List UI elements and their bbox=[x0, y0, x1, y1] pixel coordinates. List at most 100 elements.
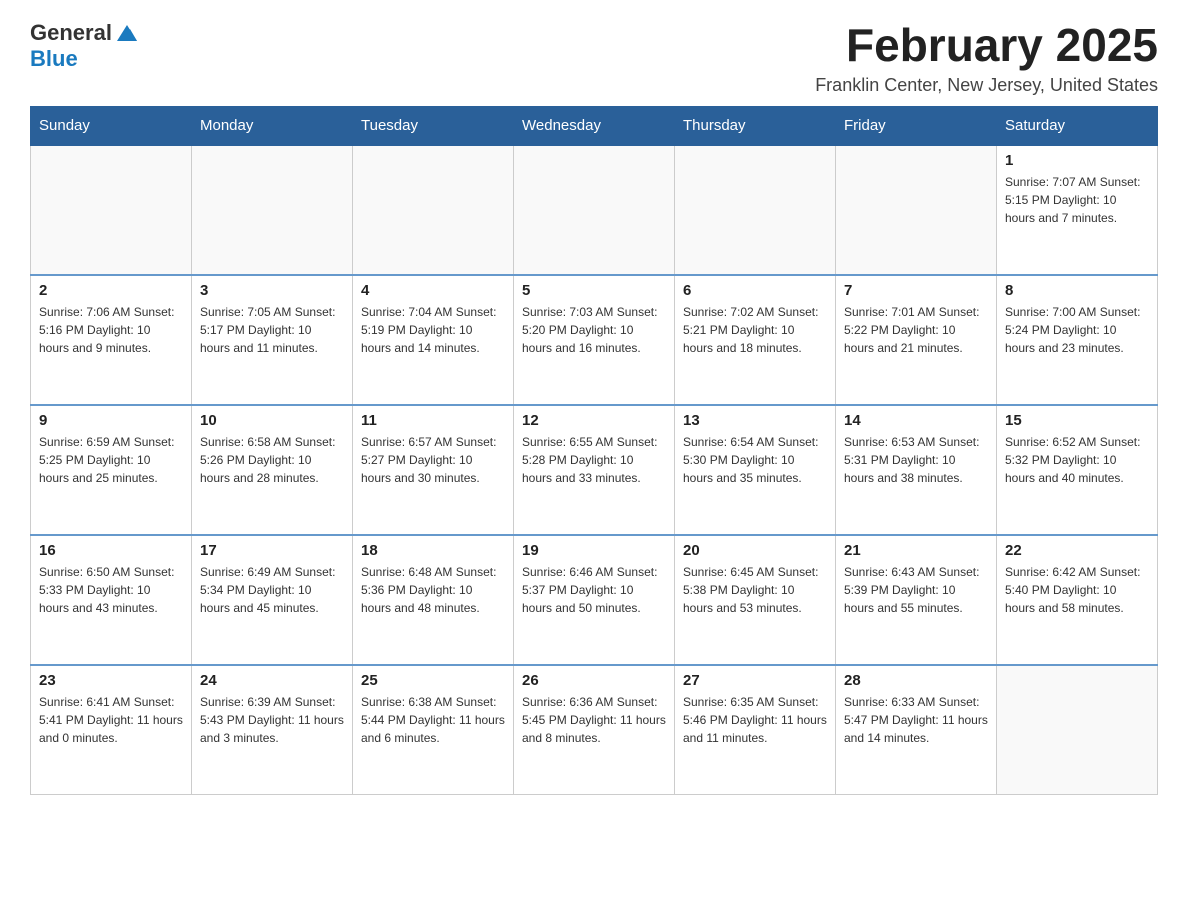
calendar-cell bbox=[997, 665, 1158, 795]
day-info: Sunrise: 6:58 AM Sunset: 5:26 PM Dayligh… bbox=[200, 433, 344, 487]
day-info: Sunrise: 6:42 AM Sunset: 5:40 PM Dayligh… bbox=[1005, 563, 1149, 617]
day-number: 3 bbox=[200, 282, 344, 299]
page-header: General Blue February 2025 Franklin Cent… bbox=[30, 20, 1158, 96]
logo-general-text: General bbox=[30, 20, 112, 46]
calendar-week-2: 9Sunrise: 6:59 AM Sunset: 5:25 PM Daylig… bbox=[31, 405, 1158, 535]
calendar-cell: 12 Sunrise: 6:55 AM Sunset: 5:28 PM Dayli… bbox=[514, 405, 675, 535]
logo-icon bbox=[114, 19, 140, 45]
calendar-cell: 9Sunrise: 6:59 AM Sunset: 5:25 PM Daylig… bbox=[31, 405, 192, 535]
weekday-header-friday: Friday bbox=[836, 106, 997, 145]
day-info: Sunrise: 6:50 AM Sunset: 5:33 PM Dayligh… bbox=[39, 563, 183, 617]
day-number: 20 bbox=[683, 542, 827, 559]
day-info: Sunrise: 6:41 AM Sunset: 5:41 PM Dayligh… bbox=[39, 693, 183, 747]
day-number: 22 bbox=[1005, 542, 1149, 559]
calendar-cell: 14 Sunrise: 6:53 AM Sunset: 5:31 PM Dayli… bbox=[836, 405, 997, 535]
day-info: Sunrise: 6:33 AM Sunset: 5:47 PM Dayligh… bbox=[844, 693, 988, 747]
day-number: 4 bbox=[361, 282, 505, 299]
calendar-cell: 23 Sunrise: 6:41 AM Sunset: 5:41 PM Dayli… bbox=[31, 665, 192, 795]
day-info: Sunrise: 6:55 AM Sunset: 5:28 PM Dayligh… bbox=[522, 433, 666, 487]
month-title: February 2025 bbox=[815, 20, 1158, 71]
day-info: Sunrise: 6:43 AM Sunset: 5:39 PM Dayligh… bbox=[844, 563, 988, 617]
day-number: 15 bbox=[1005, 412, 1149, 429]
calendar-cell bbox=[675, 145, 836, 275]
calendar-cell: 18Sunrise: 6:48 AM Sunset: 5:36 PM Dayli… bbox=[353, 535, 514, 665]
calendar-cell bbox=[836, 145, 997, 275]
calendar-week-4: 23 Sunrise: 6:41 AM Sunset: 5:41 PM Dayli… bbox=[31, 665, 1158, 795]
calendar-cell: 16 Sunrise: 6:50 AM Sunset: 5:33 PM Dayli… bbox=[31, 535, 192, 665]
day-number: 1 bbox=[1005, 152, 1149, 169]
weekday-header-monday: Monday bbox=[192, 106, 353, 145]
day-info: Sunrise: 7:04 AM Sunset: 5:19 PM Dayligh… bbox=[361, 303, 505, 357]
day-info: Sunrise: 6:57 AM Sunset: 5:27 PM Dayligh… bbox=[361, 433, 505, 487]
calendar-cell: 11 Sunrise: 6:57 AM Sunset: 5:27 PM Dayli… bbox=[353, 405, 514, 535]
calendar-week-3: 16 Sunrise: 6:50 AM Sunset: 5:33 PM Dayli… bbox=[31, 535, 1158, 665]
calendar-cell: 20 Sunrise: 6:45 AM Sunset: 5:38 PM Dayli… bbox=[675, 535, 836, 665]
day-number: 18 bbox=[361, 542, 505, 559]
calendar-cell: 19Sunrise: 6:46 AM Sunset: 5:37 PM Dayli… bbox=[514, 535, 675, 665]
calendar-week-0: 1Sunrise: 7:07 AM Sunset: 5:15 PM Daylig… bbox=[31, 145, 1158, 275]
calendar-cell: 1Sunrise: 7:07 AM Sunset: 5:15 PM Daylig… bbox=[997, 145, 1158, 275]
day-info: Sunrise: 6:53 AM Sunset: 5:31 PM Dayligh… bbox=[844, 433, 988, 487]
calendar-cell: 4 Sunrise: 7:04 AM Sunset: 5:19 PM Daylig… bbox=[353, 275, 514, 405]
calendar-table: SundayMondayTuesdayWednesdayThursdayFrid… bbox=[30, 106, 1158, 796]
day-number: 5 bbox=[522, 282, 666, 299]
title-section: February 2025 Franklin Center, New Jerse… bbox=[815, 20, 1158, 96]
weekday-header-sunday: Sunday bbox=[31, 106, 192, 145]
day-number: 7 bbox=[844, 282, 988, 299]
calendar-cell: 10Sunrise: 6:58 AM Sunset: 5:26 PM Dayli… bbox=[192, 405, 353, 535]
day-number: 23 bbox=[39, 672, 183, 689]
calendar-week-1: 2 Sunrise: 7:06 AM Sunset: 5:16 PM Daylig… bbox=[31, 275, 1158, 405]
calendar-cell: 17 Sunrise: 6:49 AM Sunset: 5:34 PM Dayli… bbox=[192, 535, 353, 665]
day-number: 26 bbox=[522, 672, 666, 689]
day-info: Sunrise: 6:39 AM Sunset: 5:43 PM Dayligh… bbox=[200, 693, 344, 747]
day-info: Sunrise: 6:36 AM Sunset: 5:45 PM Dayligh… bbox=[522, 693, 666, 747]
day-info: Sunrise: 7:00 AM Sunset: 5:24 PM Dayligh… bbox=[1005, 303, 1149, 357]
calendar-cell: 21Sunrise: 6:43 AM Sunset: 5:39 PM Dayli… bbox=[836, 535, 997, 665]
calendar-cell: 15 Sunrise: 6:52 AM Sunset: 5:32 PM Dayli… bbox=[997, 405, 1158, 535]
day-number: 6 bbox=[683, 282, 827, 299]
calendar-cell: 5 Sunrise: 7:03 AM Sunset: 5:20 PM Daylig… bbox=[514, 275, 675, 405]
calendar-cell: 22 Sunrise: 6:42 AM Sunset: 5:40 PM Dayli… bbox=[997, 535, 1158, 665]
calendar-cell: 13Sunrise: 6:54 AM Sunset: 5:30 PM Dayli… bbox=[675, 405, 836, 535]
calendar-cell: 26 Sunrise: 6:36 AM Sunset: 5:45 PM Dayli… bbox=[514, 665, 675, 795]
day-number: 28 bbox=[844, 672, 988, 689]
day-number: 12 bbox=[522, 412, 666, 429]
day-number: 14 bbox=[844, 412, 988, 429]
calendar-cell: 24 Sunrise: 6:39 AM Sunset: 5:43 PM Dayli… bbox=[192, 665, 353, 795]
logo-blue-text: Blue bbox=[30, 46, 78, 71]
day-number: 19 bbox=[522, 542, 666, 559]
day-info: Sunrise: 6:45 AM Sunset: 5:38 PM Dayligh… bbox=[683, 563, 827, 617]
day-info: Sunrise: 7:03 AM Sunset: 5:20 PM Dayligh… bbox=[522, 303, 666, 357]
calendar-cell bbox=[514, 145, 675, 275]
calendar-cell: 25 Sunrise: 6:38 AM Sunset: 5:44 PM Dayli… bbox=[353, 665, 514, 795]
calendar-cell: 27 Sunrise: 6:35 AM Sunset: 5:46 PM Dayli… bbox=[675, 665, 836, 795]
day-info: Sunrise: 6:52 AM Sunset: 5:32 PM Dayligh… bbox=[1005, 433, 1149, 487]
day-info: Sunrise: 6:49 AM Sunset: 5:34 PM Dayligh… bbox=[200, 563, 344, 617]
day-number: 16 bbox=[39, 542, 183, 559]
day-number: 24 bbox=[200, 672, 344, 689]
calendar-cell: 6 Sunrise: 7:02 AM Sunset: 5:21 PM Daylig… bbox=[675, 275, 836, 405]
day-info: Sunrise: 7:06 AM Sunset: 5:16 PM Dayligh… bbox=[39, 303, 183, 357]
day-number: 25 bbox=[361, 672, 505, 689]
day-number: 27 bbox=[683, 672, 827, 689]
calendar-cell: 28 Sunrise: 6:33 AM Sunset: 5:47 PM Dayli… bbox=[836, 665, 997, 795]
day-info: Sunrise: 6:35 AM Sunset: 5:46 PM Dayligh… bbox=[683, 693, 827, 747]
calendar-cell: 7 Sunrise: 7:01 AM Sunset: 5:22 PM Daylig… bbox=[836, 275, 997, 405]
day-number: 9 bbox=[39, 412, 183, 429]
day-info: Sunrise: 7:02 AM Sunset: 5:21 PM Dayligh… bbox=[683, 303, 827, 357]
calendar-cell bbox=[192, 145, 353, 275]
calendar-cell: 3Sunrise: 7:05 AM Sunset: 5:17 PM Daylig… bbox=[192, 275, 353, 405]
weekday-header-saturday: Saturday bbox=[997, 106, 1158, 145]
weekday-header-thursday: Thursday bbox=[675, 106, 836, 145]
day-number: 8 bbox=[1005, 282, 1149, 299]
location-title: Franklin Center, New Jersey, United Stat… bbox=[815, 75, 1158, 96]
day-number: 17 bbox=[200, 542, 344, 559]
calendar-cell: 2 Sunrise: 7:06 AM Sunset: 5:16 PM Daylig… bbox=[31, 275, 192, 405]
day-info: Sunrise: 7:01 AM Sunset: 5:22 PM Dayligh… bbox=[844, 303, 988, 357]
day-number: 2 bbox=[39, 282, 183, 299]
day-number: 11 bbox=[361, 412, 505, 429]
day-number: 13 bbox=[683, 412, 827, 429]
day-info: Sunrise: 6:38 AM Sunset: 5:44 PM Dayligh… bbox=[361, 693, 505, 747]
weekday-header-wednesday: Wednesday bbox=[514, 106, 675, 145]
weekday-header-tuesday: Tuesday bbox=[353, 106, 514, 145]
